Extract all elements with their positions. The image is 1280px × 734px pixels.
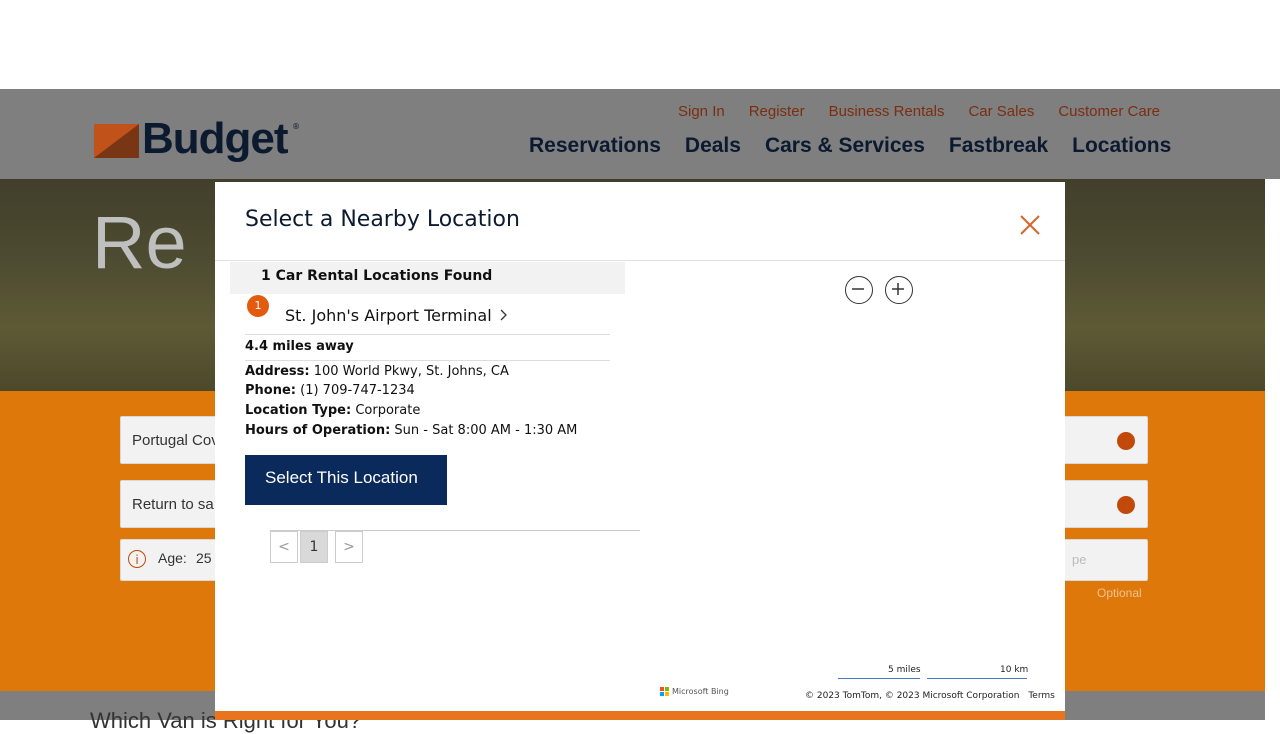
- nav-cars-services[interactable]: Cars & Services: [765, 134, 925, 158]
- utility-nav: Sign In Register Business Rentals Car Sa…: [678, 103, 1160, 120]
- prev-page-button[interactable]: <: [270, 531, 298, 563]
- location-distance: 4.4 miles away: [245, 339, 354, 354]
- logo-registered: ®: [292, 122, 300, 131]
- hero-title: Re: [92, 201, 187, 284]
- scale-bar-km: [927, 678, 1027, 679]
- nav-deals[interactable]: Deals: [685, 134, 741, 158]
- location-hours: Hours of Operation: Sun - Sat 8:00 AM - …: [245, 423, 577, 438]
- scale-miles-label: 5 miles: [888, 665, 921, 675]
- nav-reservations[interactable]: Reservations: [529, 134, 661, 158]
- microsoft-logo-icon: [660, 687, 669, 696]
- nav-customer-care[interactable]: Customer Care: [1058, 103, 1160, 120]
- location-pin-icon[interactable]: 1: [247, 295, 269, 317]
- chevron-right-icon: [500, 309, 507, 321]
- modal-divider: [215, 260, 1065, 261]
- pickup-location-value: Portugal Cov: [132, 432, 219, 449]
- type-label: Location Type:: [245, 403, 352, 418]
- copyright-text: © 2023 TomTom, © 2023 Microsoft Corporat…: [805, 691, 1020, 701]
- terms-link[interactable]: Terms: [1028, 691, 1055, 701]
- map-attribution: © 2023 TomTom, © 2023 Microsoft Corporat…: [805, 691, 1055, 701]
- address-label: Address:: [245, 364, 310, 379]
- nav-locations[interactable]: Locations: [1072, 134, 1171, 158]
- return-location-value: Return to sa: [132, 496, 214, 513]
- type-value: Corporate: [355, 403, 421, 418]
- clock-icon[interactable]: [1117, 432, 1135, 450]
- close-icon: [1020, 215, 1040, 235]
- hours-label: Hours of Operation:: [245, 423, 391, 438]
- phone-value[interactable]: (1) 709-747-1234: [300, 383, 415, 398]
- address-value: 100 World Pkwy, St. Johns, CA: [313, 364, 509, 379]
- nav-register[interactable]: Register: [749, 103, 805, 120]
- next-page-button[interactable]: >: [335, 531, 363, 563]
- bing-logo[interactable]: Microsoft Bing: [660, 687, 729, 696]
- nav-business-rentals[interactable]: Business Rentals: [829, 103, 945, 120]
- scale-km-label: 10 km: [1000, 665, 1029, 675]
- results-count: 1 Car Rental Locations Found: [261, 268, 493, 284]
- top-whitespace: [0, 0, 1280, 89]
- nav-car-sales[interactable]: Car Sales: [968, 103, 1034, 120]
- hours-value: Sun - Sat 8:00 AM - 1:30 AM: [394, 423, 578, 438]
- select-location-label: Select This Location: [265, 468, 418, 487]
- phone-label: Phone:: [245, 383, 296, 398]
- logo-wordmark: Budget: [142, 114, 289, 163]
- age-label: Age:: [158, 550, 187, 566]
- location-name-link[interactable]: St. John's Airport Terminal: [285, 306, 508, 325]
- minus-icon: [851, 287, 864, 290]
- scale-bar-miles: [838, 678, 920, 679]
- info-icon[interactable]: i: [128, 550, 146, 568]
- modal-title: Select a Nearby Location: [245, 207, 520, 232]
- main-nav: Reservations Deals Cars & Services Fastb…: [529, 134, 1171, 158]
- divider: [245, 334, 610, 335]
- zoom-out-button[interactable]: [845, 276, 873, 304]
- divider: [245, 360, 610, 361]
- location-name: St. John's Airport Terminal: [285, 306, 492, 325]
- location-address: Address: 100 World Pkwy, St. Johns, CA: [245, 364, 509, 379]
- age-value[interactable]: 25: [196, 550, 212, 566]
- bing-label: Microsoft Bing: [672, 687, 729, 696]
- modal-bottom-bar: [215, 711, 1065, 720]
- clock-icon[interactable]: [1117, 496, 1135, 514]
- close-button[interactable]: [1017, 212, 1043, 238]
- optional-label: Optional: [1097, 586, 1142, 600]
- plus-icon: [891, 282, 904, 295]
- location-phone: Phone: (1) 709-747-1234: [245, 383, 415, 398]
- select-location-button[interactable]: Select This Location: [245, 455, 447, 505]
- location-type: Location Type: Corporate: [245, 403, 420, 418]
- nav-fastbreak[interactable]: Fastbreak: [949, 134, 1048, 158]
- nav-sign-in[interactable]: Sign In: [678, 103, 725, 120]
- vehicle-type-placeholder[interactable]: pe: [1072, 552, 1086, 567]
- page-1-button[interactable]: 1: [300, 531, 328, 563]
- zoom-in-button[interactable]: [885, 276, 913, 304]
